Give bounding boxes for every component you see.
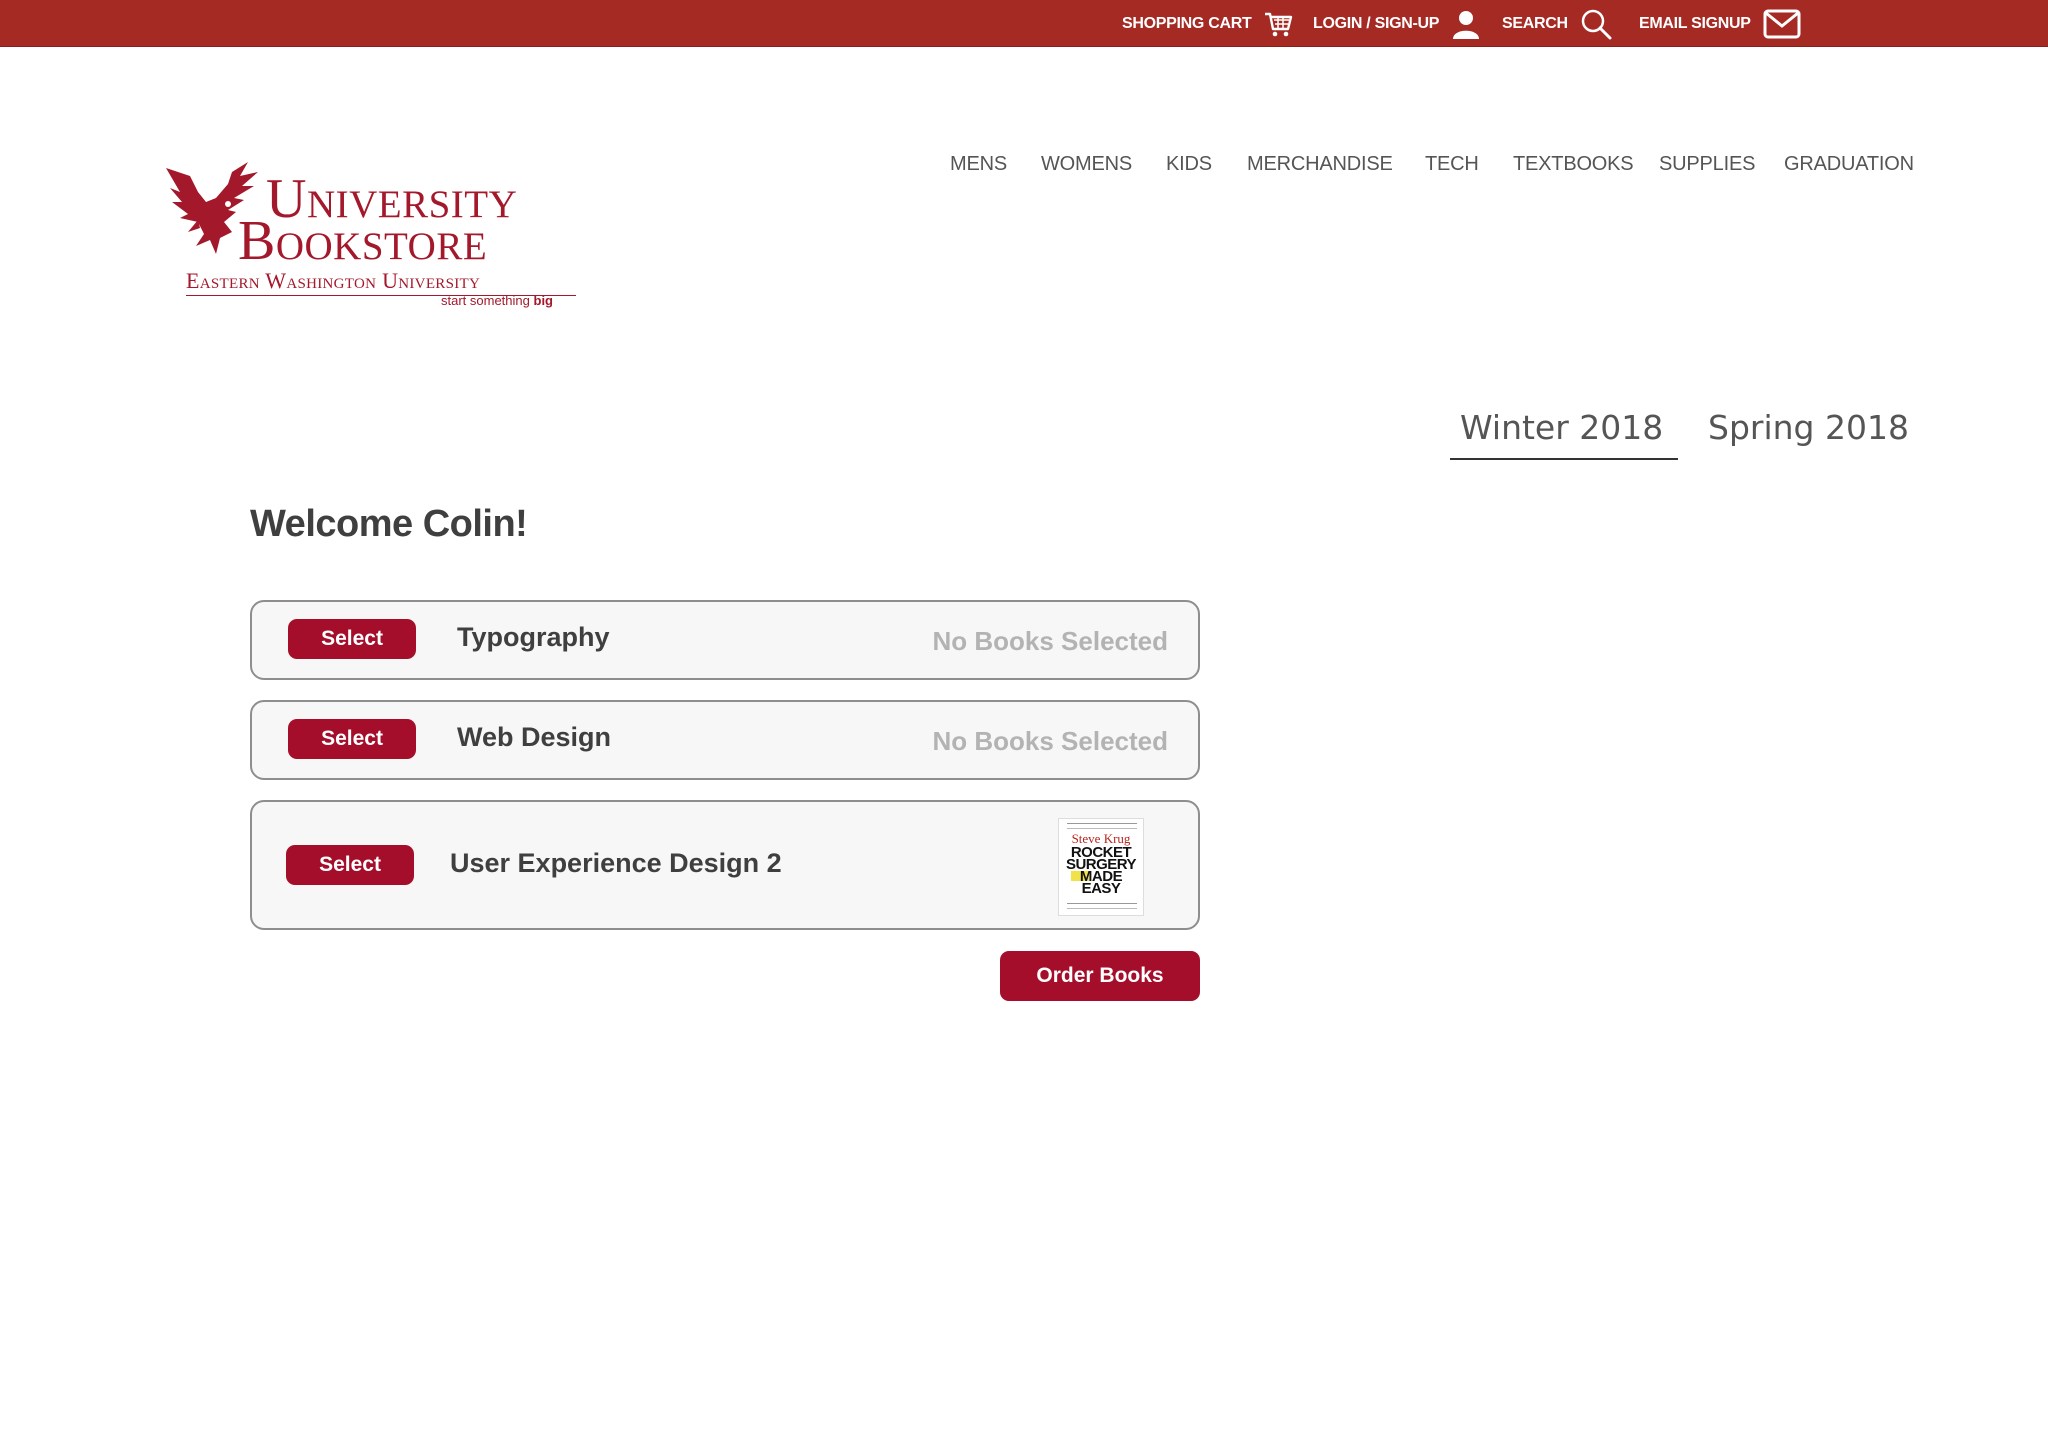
select-button[interactable]: Select <box>286 845 414 885</box>
nav-item-textbooks[interactable]: TEXTBOOKS <box>1513 153 1634 176</box>
nav-item-kids[interactable]: KIDS <box>1166 153 1212 176</box>
main-nav: MENS WOMENS KIDS MERCHANDISE TECH TEXTBO… <box>0 153 2048 177</box>
tagline-bold: big <box>533 293 554 308</box>
book-cover-thumbnail[interactable]: Steve Krug ROCKET SURGERY MADE EASY <box>1058 818 1144 916</box>
university-bookstore-logo[interactable]: University Bookstore Eastern Washington … <box>158 156 578 316</box>
book-status: No Books Selected <box>932 726 1168 756</box>
welcome-heading: Welcome Colin! <box>250 503 528 545</box>
term-tab-winter-2018[interactable]: Winter 2018 <box>1450 408 1678 460</box>
email-signup-link[interactable]: EMAIL SIGNUP <box>1639 0 1801 47</box>
nav-item-womens[interactable]: WOMENS <box>1041 153 1132 176</box>
book-status: No Books Selected <box>932 626 1168 656</box>
order-books-button[interactable]: Order Books <box>1000 951 1200 1001</box>
course-card-ux-design-2: Select User Experience Design 2 Steve Kr… <box>250 800 1200 930</box>
term-tab-spring-2018[interactable]: Spring 2018 <box>1708 408 1909 447</box>
book-title-line: EASY <box>1081 880 1121 897</box>
shopping-cart-label: SHOPPING CART <box>1122 14 1252 32</box>
nav-item-merchandise[interactable]: MERCHANDISE <box>1247 153 1393 176</box>
user-icon <box>1451 9 1481 39</box>
shopping-cart-icon <box>1263 10 1293 38</box>
nav-item-supplies[interactable]: SUPPLIES <box>1659 153 1755 176</box>
course-card-typography: Select Typography No Books Selected <box>250 600 1200 680</box>
logo-tagline: start something big <box>441 293 553 308</box>
email-signup-label: EMAIL SIGNUP <box>1639 14 1751 32</box>
tagline-prefix: start something <box>441 293 534 308</box>
course-name: Web Design <box>457 722 612 752</box>
select-button[interactable]: Select <box>288 619 416 659</box>
search-icon <box>1580 8 1612 40</box>
course-card-web-design: Select Web Design No Books Selected <box>250 700 1200 780</box>
search-link[interactable]: SEARCH <box>1502 0 1612 47</box>
login-signup-link[interactable]: LOGIN / SIGN-UP <box>1313 0 1481 47</box>
logo-line-bookstore: Bookstore <box>238 210 488 272</box>
top-utility-bar: SHOPPING CART LOGIN / SIGN-UP SEARCH EMA… <box>0 0 2048 47</box>
shopping-cart-link[interactable]: SHOPPING CART <box>1122 0 1293 47</box>
course-name: User Experience Design 2 <box>450 848 782 878</box>
cover-fine-print <box>1067 823 1137 829</box>
search-label: SEARCH <box>1502 14 1568 32</box>
login-signup-label: LOGIN / SIGN-UP <box>1313 14 1440 32</box>
nav-item-tech[interactable]: TECH <box>1425 153 1479 176</box>
cover-subtitle <box>1067 903 1137 909</box>
envelope-icon <box>1763 9 1801 39</box>
nav-item-mens[interactable]: MENS <box>950 153 1007 176</box>
course-name: Typography <box>457 622 610 652</box>
logo-line-ewu: Eastern Washington University <box>186 268 481 293</box>
select-button[interactable]: Select <box>288 719 416 759</box>
nav-item-graduation[interactable]: GRADUATION <box>1784 153 1914 176</box>
